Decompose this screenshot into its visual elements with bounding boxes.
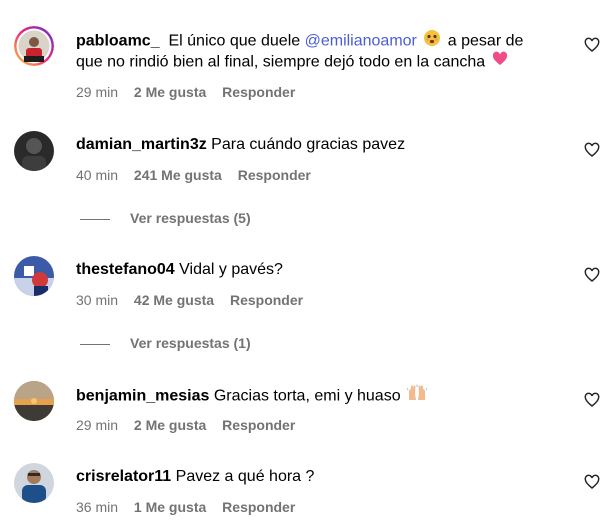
comment-text: que no rindió bien al final, siempre dej…	[76, 51, 571, 74]
view-replies-label: Ver respuestas (1)	[130, 335, 251, 351]
comment-meta: 40 min 241 Me gusta Responder	[76, 166, 323, 184]
comment-time: 29 min	[76, 84, 119, 100]
replies-divider	[80, 343, 110, 345]
comment-body: Gracias torta, emi y huaso	[213, 387, 401, 405]
avatar[interactable]	[14, 26, 54, 66]
comment-meta: 36 min 1 Me gusta Responder	[76, 498, 307, 516]
comment-meta: 29 min 2 Me gusta Responder	[76, 83, 307, 101]
comment-text: damian_martin3z Para cuándo gracias pave…	[76, 134, 571, 156]
like-heart-icon[interactable]	[584, 37, 600, 53]
comment-meta: 30 min 42 Me gusta Responder	[76, 291, 315, 309]
username[interactable]: benjamin_mesias	[76, 388, 209, 405]
comment-text: thestefano04 Vidal y pavés?	[76, 259, 571, 281]
username[interactable]: damian_martin3z	[76, 136, 207, 153]
comment-body: Vidal y pavés?	[179, 261, 283, 278]
reply-button[interactable]: Responder	[222, 499, 295, 515]
replies-divider	[80, 218, 110, 220]
comment-body: a pesar de	[447, 32, 524, 50]
comment-meta: 29 min 2 Me gusta Responder	[76, 416, 307, 434]
pink-heart-emoji-icon	[492, 51, 508, 74]
comment-time: 29 min	[76, 417, 119, 433]
comments-feed: pabloamc_ El único que duele @emilianoam…	[0, 0, 611, 528]
likes-count[interactable]: 2 Me gusta	[134, 417, 206, 433]
avatar[interactable]	[14, 381, 54, 421]
avatar[interactable]	[14, 256, 54, 296]
comment-body: que no rindió bien al final, siempre dej…	[76, 53, 486, 71]
comment-text: crisrelator11 Pavez a qué hora ?	[76, 466, 571, 488]
reply-button[interactable]: Responder	[222, 417, 295, 433]
avatar[interactable]	[14, 463, 54, 503]
raising-hands-emoji-icon	[406, 384, 428, 409]
comment-body: El único que duele	[168, 32, 301, 50]
comment-time: 40 min	[76, 167, 119, 183]
likes-count[interactable]: 42 Me gusta	[134, 292, 214, 308]
comment-time: 30 min	[76, 292, 119, 308]
comment-body: Pavez a qué hora ?	[175, 468, 315, 485]
reply-button[interactable]: Responder	[230, 292, 303, 308]
like-heart-icon[interactable]	[584, 142, 600, 158]
likes-count[interactable]: 241 Me gusta	[134, 167, 222, 183]
like-heart-icon[interactable]	[584, 267, 600, 283]
mention-link[interactable]: @emilianoamor	[305, 33, 417, 50]
likes-count[interactable]: 2 Me gusta	[134, 84, 206, 100]
avatar[interactable]	[14, 131, 54, 171]
username[interactable]: pabloamc_	[76, 33, 160, 50]
likes-count[interactable]: 1 Me gusta	[134, 499, 206, 515]
username[interactable]: thestefano04	[76, 261, 175, 278]
comment-time: 36 min	[76, 499, 119, 515]
reply-button[interactable]: Responder	[238, 167, 311, 183]
like-heart-icon[interactable]	[584, 474, 600, 490]
view-replies-button[interactable]: Ver respuestas (5)	[80, 209, 251, 227]
like-heart-icon[interactable]	[584, 392, 600, 408]
view-replies-label: Ver respuestas (5)	[130, 210, 251, 226]
view-replies-button[interactable]: Ver respuestas (1)	[80, 334, 251, 352]
username[interactable]: crisrelator11	[76, 468, 171, 485]
comment-body: Para cuándo gracias pavez	[211, 136, 406, 153]
reply-button[interactable]: Responder	[222, 84, 295, 100]
comment-text: benjamin_mesias Gracias torta, emi y hua…	[76, 384, 571, 409]
